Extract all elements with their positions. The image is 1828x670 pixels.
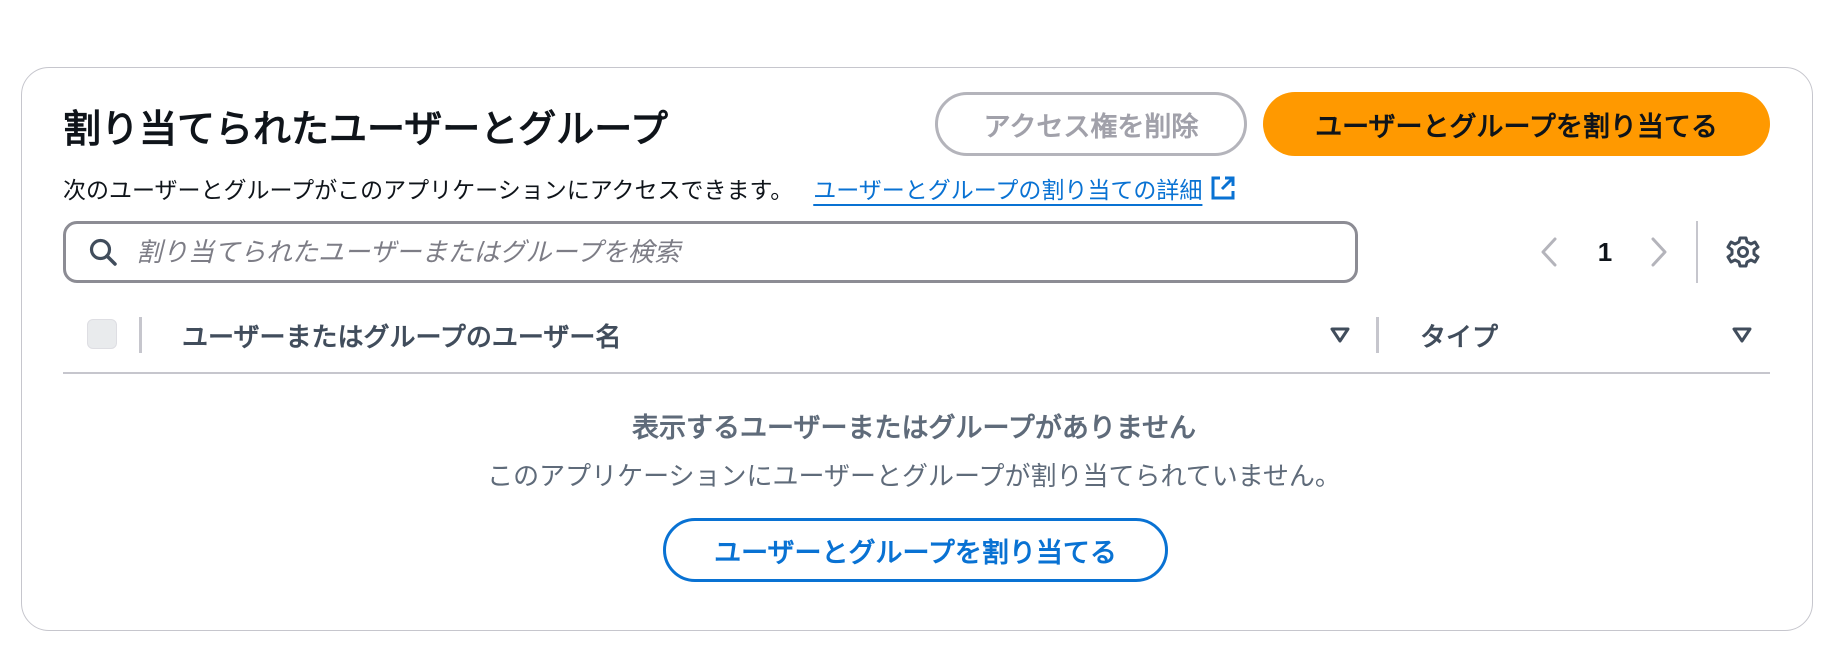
panel-description: 次のユーザーとグループがこのアプリケーションにアクセスできます。: [63, 177, 794, 203]
sort-caret-down-icon[interactable]: [1727, 320, 1757, 350]
column-header-type[interactable]: タイプ: [1420, 317, 1498, 353]
column-header-username[interactable]: ユーザーまたはグループのユーザー名: [182, 317, 621, 353]
empty-state-description: このアプリケーションにユーザーとグループが割り当てられていません。: [487, 461, 1341, 491]
next-page-button[interactable]: [1643, 233, 1675, 271]
external-link-icon[interactable]: [1208, 173, 1238, 203]
sort-caret-down-icon[interactable]: [1325, 320, 1355, 350]
table-header-row: ユーザーまたはグループのユーザー名 タイプ: [63, 303, 1770, 373]
select-all-checkbox[interactable]: [87, 319, 117, 349]
pagination-divider: [1696, 221, 1698, 283]
empty-state-title: 表示するユーザーまたはグループがありません: [631, 413, 1197, 443]
assignment-details-link[interactable]: ユーザーとグループの割り当ての詳細: [813, 171, 1202, 205]
search-icon: [86, 235, 120, 269]
table-header-border: [63, 372, 1770, 374]
current-page-number[interactable]: 1: [1585, 233, 1625, 271]
remove-access-button[interactable]: アクセス権を削除: [935, 92, 1247, 156]
panel-title: 割り当てられたユーザーとグループ: [63, 109, 668, 151]
column-separator: [1376, 317, 1379, 353]
column-separator: [139, 317, 142, 353]
search-field[interactable]: [63, 221, 1358, 283]
preferences-gear-icon[interactable]: [1724, 233, 1762, 271]
previous-page-button[interactable]: [1533, 233, 1565, 271]
assign-users-groups-button[interactable]: ユーザーとグループを割り当てる: [1263, 92, 1770, 156]
empty-state-assign-button[interactable]: ユーザーとグループを割り当てる: [663, 518, 1168, 582]
panel-description-row: 次のユーザーとグループがこのアプリケーションにアクセスできます。 ユーザーとグル…: [63, 171, 1238, 205]
search-input[interactable]: [134, 235, 1314, 269]
